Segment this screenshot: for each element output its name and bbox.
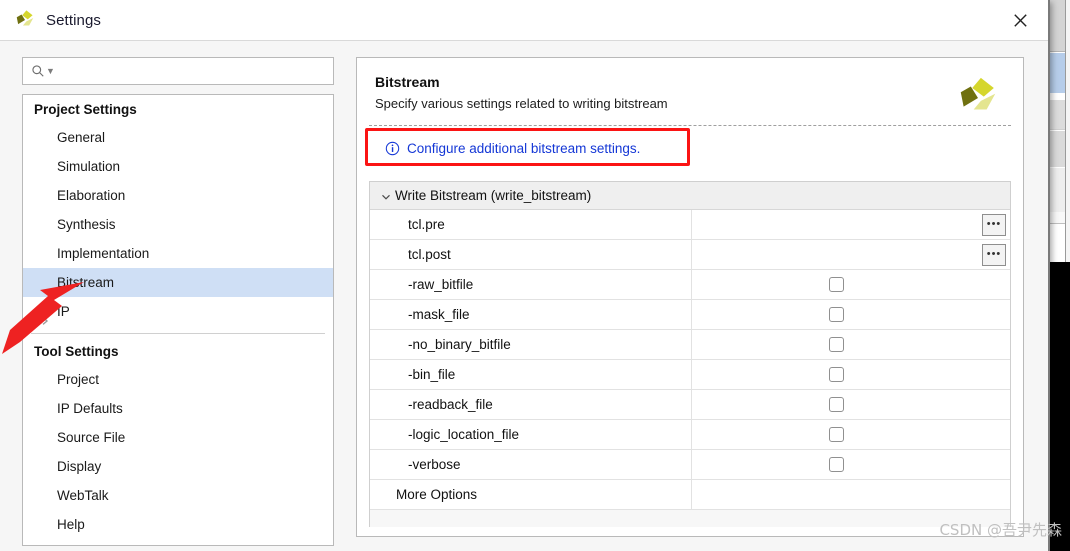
section-label: Write Bitstream (write_bitstream) (395, 188, 592, 203)
browse-button[interactable]: ••• (982, 243, 1006, 266)
option-value-cell[interactable] (692, 300, 1010, 329)
detail-panel-header: Bitstream Specify various settings relat… (357, 58, 1023, 125)
sidebar-item-label: IP (57, 304, 70, 319)
option-name: -raw_bitfile (370, 270, 692, 299)
table-row[interactable]: -verbose (370, 450, 1010, 480)
checkbox[interactable] (828, 307, 844, 322)
search-box[interactable]: ▼ (22, 57, 334, 85)
sidebar-item-webtalk[interactable]: WebTalk (23, 481, 333, 510)
option-value-cell[interactable]: ••• (692, 240, 1010, 269)
sidebar-item-help[interactable]: Help (23, 510, 333, 539)
page-subtitle: Specify various settings related to writ… (375, 96, 668, 111)
browse-button[interactable]: ••• (982, 213, 1006, 236)
search-input[interactable] (54, 58, 333, 84)
option-value-cell[interactable] (692, 480, 1010, 509)
table-row[interactable]: -readback_file (370, 390, 1010, 420)
sidebar-item-display[interactable]: Display (23, 452, 333, 481)
settings-tree[interactable]: Project Settings General Simulation Elab… (22, 94, 334, 546)
table-row[interactable]: tcl.post ••• (370, 240, 1010, 270)
option-value-cell[interactable] (692, 390, 1010, 419)
sidebar-item-elaboration[interactable]: Elaboration (23, 181, 333, 210)
tree-group-project-settings: Project Settings (34, 102, 137, 117)
sidebar-item-simulation[interactable]: Simulation (23, 152, 333, 181)
option-name: -no_binary_bitfile (370, 330, 692, 359)
link-label: Configure additional bitstream settings. (407, 141, 641, 156)
watermark: CSDN @吾尹先森 (939, 521, 1062, 539)
option-value-cell[interactable] (692, 360, 1010, 389)
sidebar-item-source-file[interactable]: Source File (23, 423, 333, 452)
vivado-logo-icon (955, 75, 1001, 121)
settings-navigation-column: ▼ Project Settings General Simulation El… (22, 57, 334, 546)
option-value-cell[interactable] (692, 450, 1010, 479)
table-row[interactable]: tcl.pre ••• (370, 210, 1010, 240)
option-value-cell[interactable]: ••• (692, 210, 1010, 239)
dialog-title: Settings (46, 11, 101, 29)
checkbox[interactable] (828, 277, 844, 292)
close-icon[interactable] (992, 0, 1048, 41)
table-row[interactable]: -logic_location_file (370, 420, 1010, 450)
sidebar-item-project[interactable]: Project (23, 365, 333, 394)
option-name: -logic_location_file (370, 420, 692, 449)
page-title: Bitstream (375, 74, 440, 90)
chevron-right-icon[interactable] (40, 307, 50, 325)
sidebar-item-ip-defaults[interactable]: IP Defaults (23, 394, 333, 423)
option-name: More Options (370, 480, 692, 509)
settings-table: Write Bitstream (write_bitstream) tcl.pr… (369, 181, 1011, 527)
info-circle-icon (385, 141, 400, 156)
chevron-down-icon[interactable] (380, 190, 392, 202)
option-value-cell[interactable] (692, 330, 1010, 359)
option-name: tcl.pre (370, 210, 692, 239)
option-value-cell[interactable] (692, 420, 1010, 449)
search-icon (31, 64, 45, 78)
checkbox[interactable] (828, 367, 844, 382)
option-name: -verbose (370, 450, 692, 479)
table-footer-space (370, 510, 1010, 527)
table-row[interactable]: -mask_file (370, 300, 1010, 330)
tree-group-tool-settings: Tool Settings (34, 344, 119, 359)
sidebar-item-bitstream[interactable]: Bitstream (23, 268, 333, 297)
sidebar-item-synthesis[interactable]: Synthesis (23, 210, 333, 239)
checkbox[interactable] (828, 427, 844, 442)
checkbox[interactable] (828, 337, 844, 352)
table-row[interactable]: -bin_file (370, 360, 1010, 390)
vivado-logo-icon (14, 9, 36, 31)
sidebar-item-general[interactable]: General (23, 123, 333, 152)
option-name: -bin_file (370, 360, 692, 389)
option-value-cell[interactable] (692, 270, 1010, 299)
dialog-body: ▼ Project Settings General Simulation El… (0, 41, 1048, 551)
settings-dialog: Settings ▼ Project Settings General Simu… (0, 0, 1050, 551)
option-name: -mask_file (370, 300, 692, 329)
settings-detail-panel: Bitstream Specify various settings relat… (356, 57, 1024, 537)
checkbox[interactable] (828, 457, 844, 472)
option-name: tcl.post (370, 240, 692, 269)
chevron-down-icon[interactable]: ▼ (46, 66, 55, 76)
option-name: -readback_file (370, 390, 692, 419)
table-row[interactable]: -no_binary_bitfile (370, 330, 1010, 360)
sidebar-item-ip[interactable]: IP (23, 297, 333, 326)
configure-additional-settings-link[interactable]: Configure additional bitstream settings. (377, 139, 650, 159)
table-row[interactable]: -raw_bitfile (370, 270, 1010, 300)
table-section-header[interactable]: Write Bitstream (write_bitstream) (370, 182, 1010, 210)
table-row[interactable]: More Options (370, 480, 1010, 510)
tree-divider (31, 333, 325, 334)
checkbox[interactable] (828, 397, 844, 412)
additional-settings-row: Configure additional bitstream settings. (357, 126, 1023, 173)
sidebar-item-implementation[interactable]: Implementation (23, 239, 333, 268)
dialog-titlebar: Settings (0, 0, 1048, 41)
